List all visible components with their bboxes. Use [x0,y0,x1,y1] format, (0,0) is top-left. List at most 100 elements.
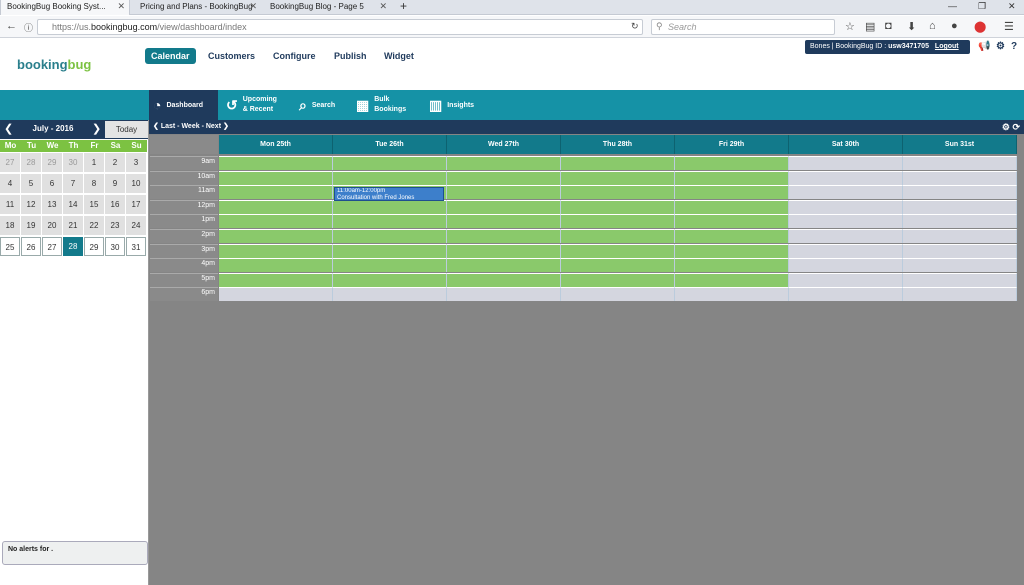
day-column-header[interactable]: Tue 26th [333,135,447,154]
calendar-day[interactable]: 17 [126,195,146,214]
subnav-bulk-bookings[interactable]: ▦ Bulk Bookings [352,90,422,120]
next-week-link[interactable]: Next ❯ [206,123,229,130]
time-slot[interactable] [675,258,789,273]
day-column-header[interactable]: Thu 28th [561,135,675,154]
time-slot[interactable] [903,156,1017,170]
pocket-icon[interactable]: ◘ [885,20,892,32]
time-slot[interactable] [447,170,561,185]
reload-icon[interactable]: ↻ [631,21,639,32]
restore-icon[interactable]: ❐ [978,1,986,12]
calendar-day[interactable]: 2 [105,153,125,172]
minimize-icon[interactable]: — [948,1,957,11]
calendar-day[interactable]: 9 [105,174,125,193]
time-slot[interactable] [903,185,1017,200]
time-slot[interactable] [447,214,561,229]
time-slot[interactable] [903,243,1017,258]
time-slot[interactable] [561,199,675,214]
time-slot[interactable] [447,272,561,287]
time-slot[interactable] [219,185,333,200]
time-slot[interactable] [561,170,675,185]
subnav-insights[interactable]: ▥ Insights [425,90,485,120]
day-column-header[interactable]: Sat 30th [789,135,903,154]
time-slot[interactable] [561,185,675,200]
time-slot[interactable] [333,199,447,214]
calendar-day[interactable]: 24 [126,216,146,235]
calendar-day[interactable]: 28 [63,237,83,256]
today-button[interactable]: Today [105,121,148,138]
time-slot[interactable] [219,199,333,214]
home-icon[interactable]: ⌂ [929,20,936,32]
bookmark-star-icon[interactable]: ☆ [845,20,855,33]
time-slot[interactable] [903,287,1017,302]
calendar-day[interactable]: 15 [84,195,104,214]
time-slot[interactable] [561,287,675,302]
logout-link[interactable]: Logout [935,43,959,50]
close-tab-icon[interactable]: ✕ [379,1,387,12]
time-slot[interactable] [219,243,333,258]
tab-pricing[interactable]: Pricing and Plans - BookingBug ✕ [134,0,261,15]
time-slot[interactable] [789,170,903,185]
reader-icon[interactable]: ▤ [865,20,875,33]
calendar-day[interactable]: 10 [126,174,146,193]
time-slot[interactable] [789,258,903,273]
time-slot[interactable] [219,258,333,273]
calendar-day[interactable]: 31 [126,237,146,256]
time-slot[interactable] [789,229,903,243]
calendar-day[interactable]: 7 [63,174,83,193]
calendar-day[interactable]: 26 [21,237,41,256]
back-icon[interactable]: ← [6,20,17,32]
nav-configure[interactable]: Configure [267,48,322,64]
time-slot[interactable] [561,214,675,229]
calendar-day[interactable]: 5 [21,174,41,193]
calendar-day[interactable]: 16 [105,195,125,214]
time-slot[interactable] [447,243,561,258]
calendar-day[interactable]: 4 [0,174,20,193]
day-column-header[interactable]: Fri 29th [675,135,789,154]
time-slot[interactable] [903,229,1017,243]
calendar-day[interactable]: 30 [105,237,125,256]
calendar-day[interactable]: 28 [21,153,41,172]
refresh-icon[interactable]: ⟳ [1012,122,1020,132]
chat-icon[interactable]: ● [951,20,958,32]
time-slot[interactable] [447,287,561,302]
time-slot[interactable] [903,199,1017,214]
time-slot[interactable] [903,272,1017,287]
time-slot[interactable] [333,170,447,185]
address-bar[interactable]: https://us.bookingbug.com/view/dashboard… [37,19,643,35]
time-slot[interactable] [675,243,789,258]
time-slot[interactable] [447,258,561,273]
bookingbug-logo[interactable]: bookingbug [17,57,91,72]
time-slot[interactable] [675,185,789,200]
time-slot[interactable] [219,156,333,170]
time-slot[interactable] [447,156,561,170]
calendar-day[interactable]: 30 [63,153,83,172]
megaphone-icon[interactable]: 📢 [978,41,990,52]
calendar-day[interactable]: 29 [84,237,104,256]
nav-calendar[interactable]: Calendar [145,48,196,64]
calendar-day[interactable]: 8 [84,174,104,193]
settings-icon[interactable]: ⚙ [996,41,1005,52]
time-slot[interactable] [333,243,447,258]
time-slot[interactable] [675,229,789,243]
calendar-day[interactable]: 27 [42,237,62,256]
time-slot[interactable] [675,214,789,229]
time-slot[interactable] [789,243,903,258]
time-slot[interactable] [561,258,675,273]
prev-month-icon[interactable]: ❮ [4,122,13,135]
close-tab-icon[interactable]: ✕ [117,1,125,12]
time-slot[interactable] [447,229,561,243]
time-slot[interactable] [675,156,789,170]
help-icon[interactable]: ? [1011,41,1017,52]
calendar-day[interactable]: 6 [42,174,62,193]
time-slot[interactable] [219,272,333,287]
prev-week-link[interactable]: ❮ Last [153,123,175,130]
week-label[interactable]: Week [181,123,199,130]
calendar-day[interactable]: 20 [42,216,62,235]
calendar-day[interactable]: 14 [63,195,83,214]
calendar-day[interactable]: 27 [0,153,20,172]
day-column-header[interactable]: Mon 25th [219,135,333,154]
time-slot[interactable] [333,214,447,229]
calendar-day[interactable]: 13 [42,195,62,214]
time-slot[interactable] [903,258,1017,273]
close-window-icon[interactable]: ✕ [1008,1,1016,12]
